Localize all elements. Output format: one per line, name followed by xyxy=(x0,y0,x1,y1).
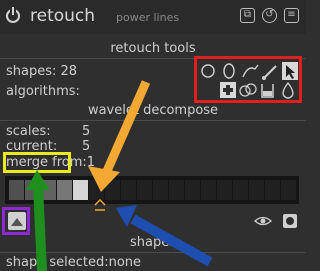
annotation-arrows xyxy=(26,80,213,271)
annotation-green-arrow xyxy=(26,170,50,271)
annotation-blue-arrow xyxy=(116,205,213,267)
annotation-orange-arrow xyxy=(88,80,151,192)
